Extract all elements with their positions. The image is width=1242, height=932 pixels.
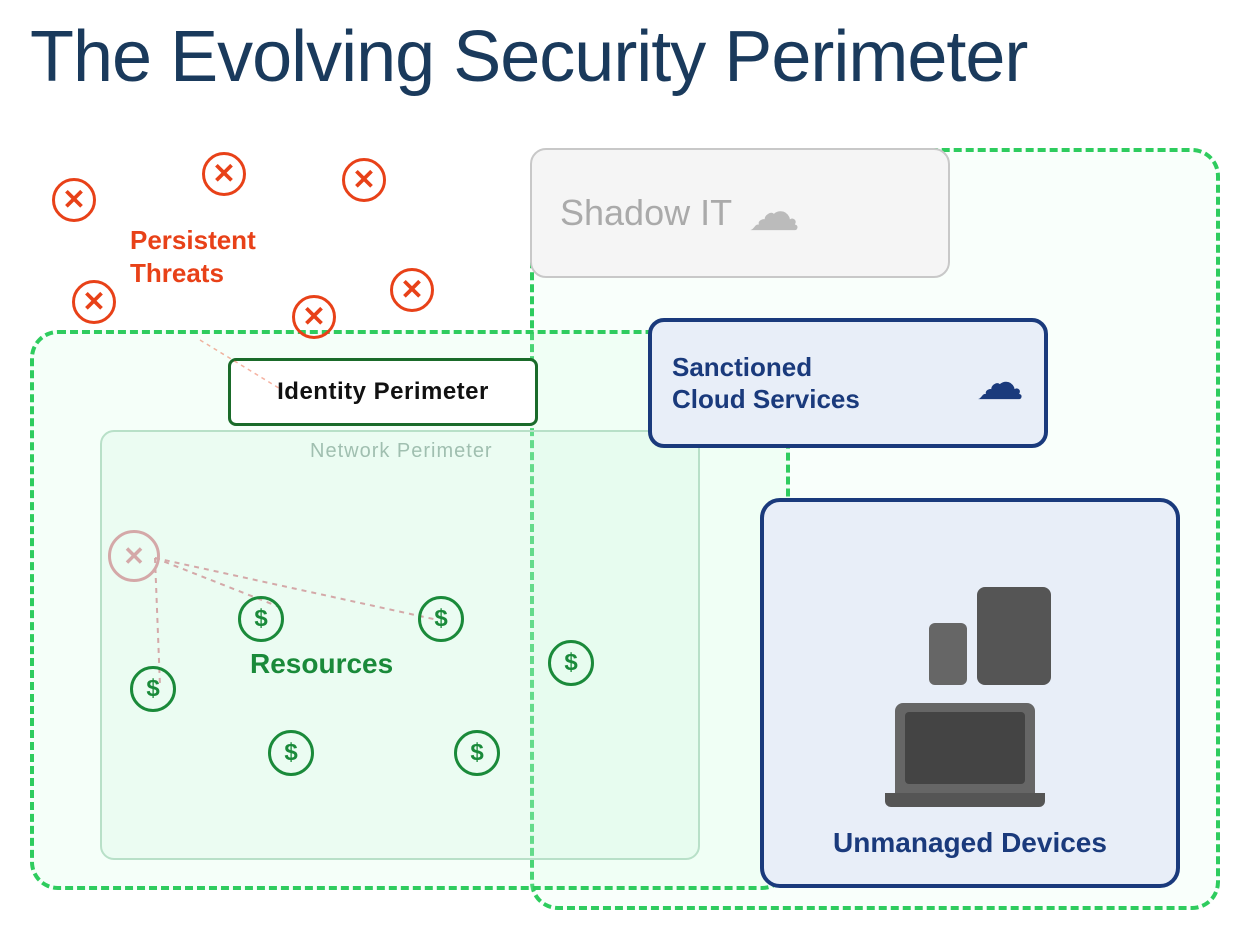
sanctioned-cloud-box: SanctionedCloud Services ☁ — [648, 318, 1048, 448]
shadow-it-label: Shadow IT — [560, 192, 732, 234]
identity-perimeter-label: Identity Perimeter — [277, 378, 489, 406]
resource-icon-4: $ — [130, 666, 176, 712]
threat-icon-2: ✕ — [202, 152, 246, 196]
persistent-threats-label: PersistentThreats — [130, 224, 256, 289]
sanctioned-cloud-label: SanctionedCloud Services — [672, 351, 860, 416]
threat-icon-3: ✕ — [342, 158, 386, 202]
threat-icon-1: ✕ — [52, 178, 96, 222]
threat-icon-4: ✕ — [72, 280, 116, 324]
identity-perimeter-box: Identity Perimeter — [228, 358, 538, 426]
resource-icon-3: $ — [548, 640, 594, 686]
network-perimeter-box — [100, 430, 700, 860]
network-perimeter-label: Network Perimeter — [310, 440, 493, 463]
page-title: The Evolving Security Perimeter — [30, 18, 1212, 97]
device-laptop-icon — [895, 703, 1045, 807]
resource-icon-5: $ — [268, 730, 314, 776]
cloud-blue-icon: ☁ — [976, 355, 1024, 411]
unmanaged-devices-label: Unmanaged Devices — [833, 825, 1107, 860]
device-tablet-icon — [977, 587, 1051, 685]
threat-icon-6: ✕ — [390, 268, 434, 312]
resource-icon-1: $ — [238, 596, 284, 642]
resources-label: Resources — [250, 648, 393, 680]
resource-icon-2: $ — [418, 596, 464, 642]
threat-icon-5: ✕ — [292, 295, 336, 339]
device-phone-icon — [929, 623, 967, 685]
faded-threat-icon: ✕ — [108, 530, 160, 582]
unmanaged-devices-box: Unmanaged Devices — [760, 498, 1180, 888]
shadow-it-box: Shadow IT ☁ — [530, 148, 950, 278]
resource-icon-6: $ — [454, 730, 500, 776]
cloud-gray-icon: ☁ — [748, 183, 800, 243]
